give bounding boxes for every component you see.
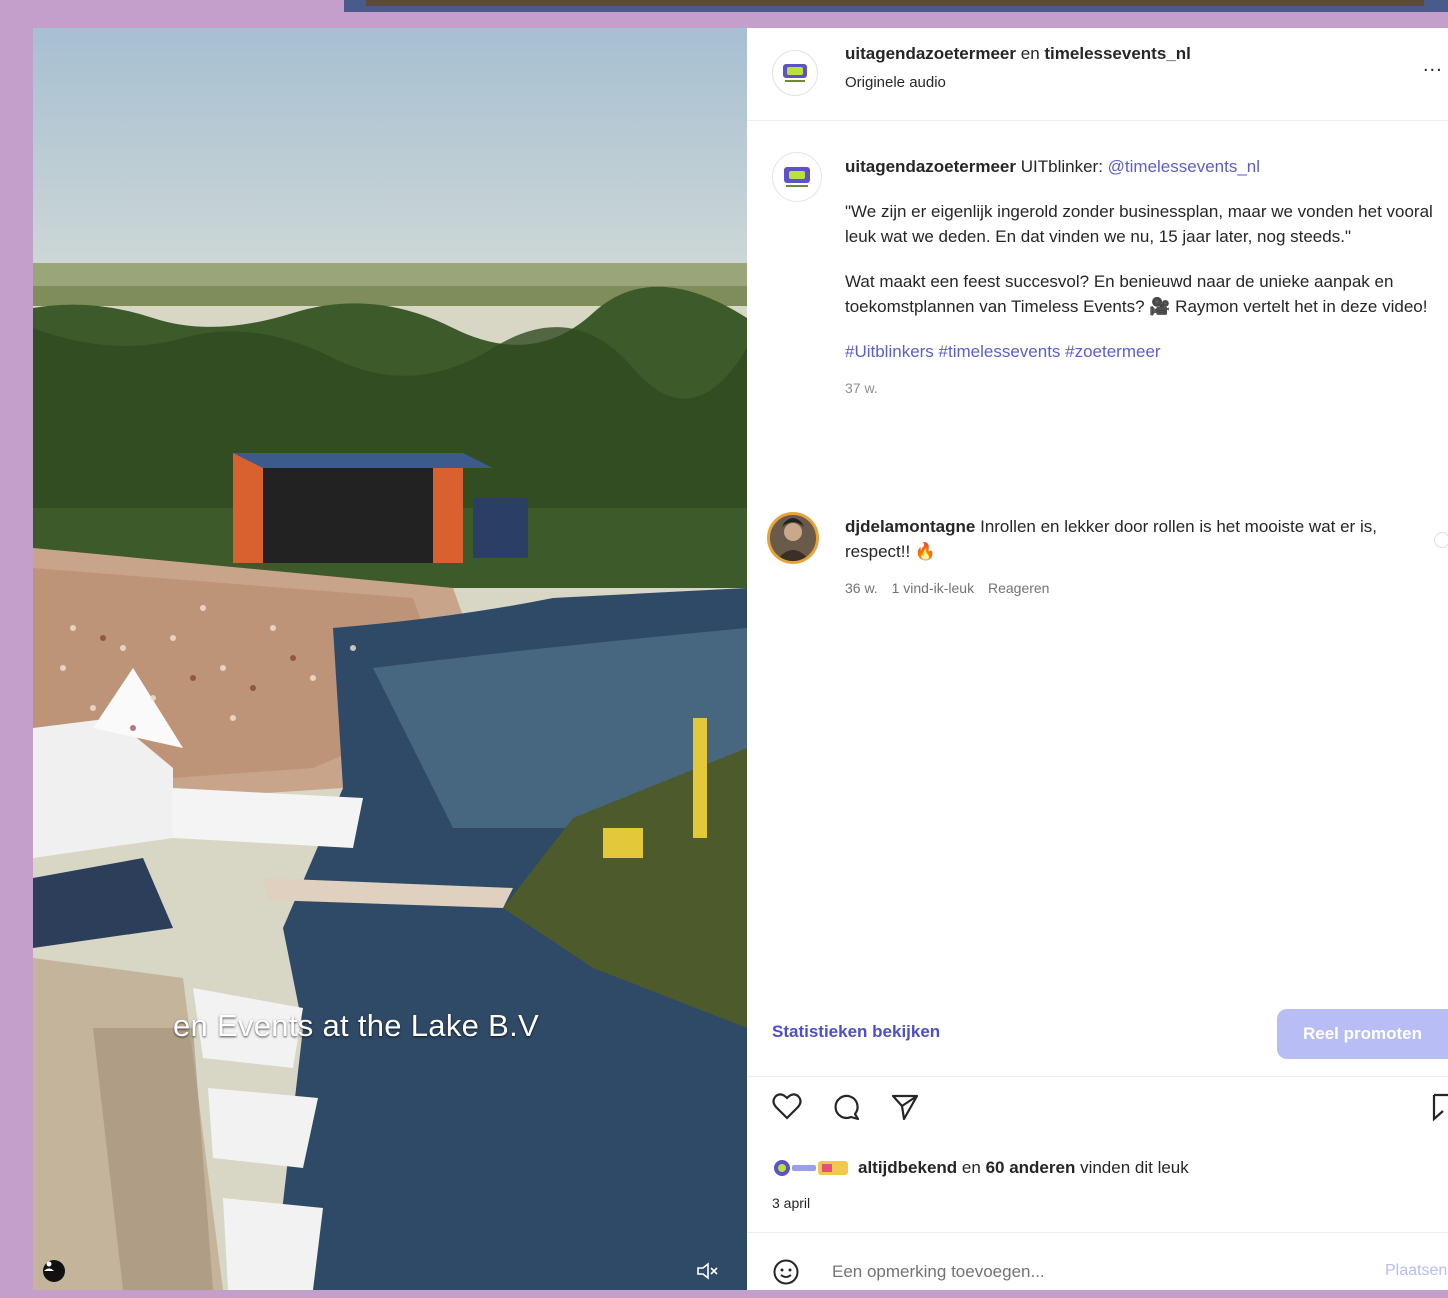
post-header: uitagendazoetermeer en timelessevents_nl… bbox=[747, 28, 1448, 121]
caption-paragraph-2: Wat maakt een feest succesvol? En benieu… bbox=[845, 272, 1428, 316]
view-insights-link[interactable]: Statistieken bekijken bbox=[772, 1022, 940, 1042]
comment-username[interactable]: djdelamontagne bbox=[845, 517, 975, 536]
post-comment-button[interactable]: Plaatsen bbox=[1385, 1262, 1447, 1280]
liker-avatars bbox=[772, 1158, 852, 1178]
audio-link[interactable]: Originele audio bbox=[845, 74, 946, 91]
festival-aerial-scene bbox=[33, 263, 747, 1290]
reel-video[interactable]: en Events at the Lake B.V bbox=[33, 28, 747, 1290]
save-bookmark-icon[interactable] bbox=[1431, 1092, 1448, 1122]
avatar[interactable] bbox=[772, 50, 818, 96]
background-window-strip bbox=[344, 0, 1448, 12]
hashtags[interactable]: #Uitblinkers #timelessevents #zoetermeer bbox=[845, 339, 1448, 364]
comment-input[interactable] bbox=[830, 1256, 1354, 1288]
divider bbox=[747, 1076, 1448, 1077]
like-heart-icon[interactable] bbox=[772, 1092, 802, 1120]
mention-link[interactable]: @timelessevents_nl bbox=[1108, 157, 1260, 176]
video-subtitle: en Events at the Lake B.V bbox=[173, 1008, 539, 1043]
reply-button[interactable]: Reageren bbox=[988, 580, 1050, 596]
commenter-avatar[interactable] bbox=[767, 512, 819, 564]
comment-like-icon[interactable] bbox=[1434, 532, 1448, 548]
comment-bubble-icon[interactable] bbox=[831, 1092, 861, 1122]
speaker-muted-icon[interactable] bbox=[695, 1260, 721, 1282]
likes-others-link[interactable]: 60 anderen bbox=[986, 1158, 1076, 1178]
caption-username[interactable]: uitagendazoetermeer bbox=[845, 157, 1016, 176]
collaborator-link[interactable]: timelessevents_nl bbox=[1044, 44, 1190, 63]
add-comment-bar: Plaatsen bbox=[772, 1256, 1448, 1290]
caption-avatar[interactable] bbox=[772, 152, 822, 202]
post-caption: uitagendazoetermeer UITblinker: @timeles… bbox=[845, 154, 1448, 401]
comment-meta: 36 w. 1 vind-ik-leuk Reageren bbox=[845, 576, 1405, 601]
caption-paragraph-1: "We zijn er eigenlijk ingerold zonder bu… bbox=[845, 202, 1433, 246]
comment-likes[interactable]: 1 vind-ik-leuk bbox=[892, 580, 974, 596]
caption-timestamp: 37 w. bbox=[845, 380, 878, 396]
person-icon[interactable] bbox=[43, 1260, 65, 1282]
divider bbox=[747, 1232, 1448, 1233]
share-paper-plane-icon[interactable] bbox=[890, 1092, 920, 1122]
post-panel: uitagendazoetermeer en timelessevents_nl… bbox=[747, 28, 1448, 1290]
uitagenda-logo bbox=[773, 153, 821, 201]
emoji-icon[interactable] bbox=[772, 1258, 800, 1286]
comment-timestamp: 36 w. bbox=[845, 580, 878, 596]
uitagenda-logo bbox=[773, 51, 817, 95]
author-link[interactable]: uitagendazoetermeer bbox=[845, 44, 1016, 63]
caption-lead: UITblinker: bbox=[1020, 157, 1103, 176]
post-date: 3 april bbox=[772, 1195, 811, 1211]
liker-username[interactable]: altijdbekend bbox=[858, 1158, 957, 1178]
post-authors: uitagendazoetermeer en timelessevents_nl bbox=[845, 44, 1191, 63]
reel-modal: en Events at the Lake B.V uitagendazoete… bbox=[33, 28, 1448, 1290]
promote-reel-button[interactable]: Reel promoten bbox=[1277, 1009, 1448, 1059]
comment: djdelamontagne Inrollen en lekker door r… bbox=[845, 514, 1405, 601]
likes-summary: altijdbekend en 60 anderen vinden dit le… bbox=[772, 1158, 1189, 1178]
more-options-icon[interactable]: ... bbox=[1423, 54, 1443, 77]
